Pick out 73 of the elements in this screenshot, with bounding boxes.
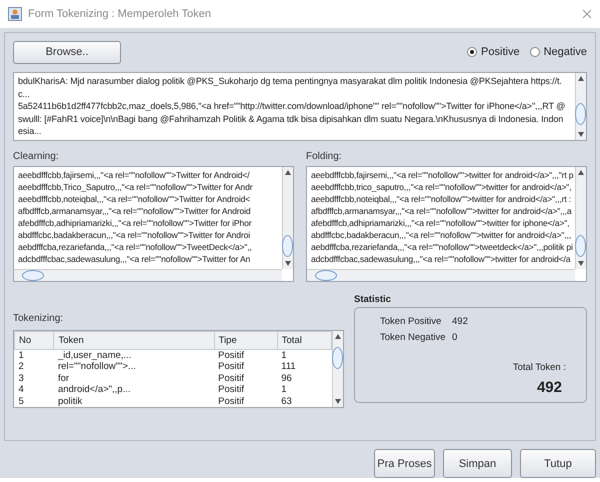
section-label: Tokenizing: — [13, 312, 64, 324]
text-area[interactable] — [13, 72, 587, 140]
text-line: aeebdfffcbb,trico_saputro,,,"<a rel=""nofollow"">twitter for android</a>", — [311, 180, 571, 192]
text-line: c... — [18, 88, 31, 100]
table-cell-text: 96 — [280, 372, 293, 384]
table-cell-text: for — [56, 372, 70, 384]
stat-label: Token Positive — [380, 316, 442, 326]
table-cell: _id,user_name,... — [54, 349, 214, 361]
total-label: Total Token : — [512, 362, 566, 372]
stat-value: 492 — [452, 316, 468, 326]
table-cell-text: 63 — [280, 396, 293, 407]
action-button[interactable]: Pra Proses — [374, 449, 435, 478]
text-line: afebdfffcb,adhipriamarizki,,,"<a rel=""nofollow"">Twitter for iPhor — [18, 216, 252, 228]
table-cell-text: Positif — [217, 384, 245, 396]
text-line: aebdfffcba,rezariefanda,,,"<a rel=""nofollow"">TweetDeck</a>",, — [18, 240, 253, 252]
column-header[interactable]: Tipe — [214, 331, 278, 349]
table-cell-text: 2 — [18, 361, 25, 372]
text-line: afbdfffcb,armanamsyar,,,"<a rel=""nofollow"">twitter for android</a>",,,a — [311, 204, 571, 216]
text-line: aeebdfffcbb,fajirsemi,,,"<a rel=""nofollow"">twitter for android</a>",,,"rt p — [311, 168, 571, 180]
table-cell: 1 — [277, 349, 332, 361]
section-title: Statistic — [354, 294, 392, 304]
table-cell-text: politik — [56, 396, 84, 407]
table-cell-text: rel=""nofollow"">... — [56, 361, 137, 372]
table-cell-text: 111 — [280, 361, 297, 372]
text-area[interactable] — [13, 166, 294, 282]
section-label: Folding: — [306, 150, 343, 162]
table-cell-text: 4 — [18, 384, 25, 396]
text-line: abdfffcbc,badakberacun,,,"<a rel=""nofollow"">Twitter for Androi — [18, 228, 252, 240]
horizontal-scrollbar[interactable] — [14, 268, 282, 280]
text-line: aeebdfffcbb,noteiqbal,,,"<a rel=""nofollow"">twitter for android</a>",,,rt : — [311, 192, 571, 204]
text-line: aeebdfffcbb,Trico_Saputro,,,"<a rel=""nofollow"">Twitter for Andr — [18, 180, 254, 192]
table-cell-text: Positif — [217, 372, 245, 384]
vertical-scrollbar[interactable] — [332, 330, 343, 407]
text-line: swulll: [#FahR1 voice]\n\nBagi bang @Fahrihamzah Politik & Agama tdk bisa dipisahkan dlm suatu Negara.\nKhususnya di Indonesia. Indon — [18, 112, 564, 125]
table-cell-text: Positif — [217, 396, 245, 407]
text-line: afbdfffcb,armanamsyar,,,"<a rel=""nofollow"">Twitter for Android — [18, 204, 252, 216]
text-line: esia... — [18, 125, 42, 138]
horizontal-scrollbar[interactable] — [307, 268, 575, 280]
radio-button[interactable]: Positive — [467, 46, 520, 58]
text-line: aeebdfffcbb,noteiqbal,,,"<a rel=""nofollow"">Twitter for Android< — [18, 192, 252, 204]
vertical-scrollbar[interactable] — [575, 73, 586, 140]
stat-value: 0 — [452, 332, 458, 342]
text-line: bdulKharisA: Mjd narasumber dialog politik @PKS_Sukoharjo dg tema pentingnya masyarakat dlm politik Indonesia @PKSejahtera https://t. — [18, 75, 563, 88]
total-value: 492 — [536, 378, 562, 396]
text-line: aebdfffcba,rezariefanda,,,"<a rel=""nofollow"">tweetdeck</a>",,,politik pi — [311, 240, 571, 252]
text-line: adcbdfffcbac,sadewasulung,,,"<a rel=""nofollow"">twitter for android</a — [311, 252, 571, 264]
text-line: adcbdfffcbac,sadewasulung,,,"<a rel=""nofollow"">Twitter for An — [18, 252, 252, 264]
table-cell: 1 — [14, 349, 54, 361]
section-label: Clearning: — [13, 150, 60, 162]
close-icon[interactable] — [582, 9, 592, 19]
window-title: Form Tokenizing : Memperoleh Token — [28, 8, 212, 20]
stat-label: Token Negative — [380, 332, 446, 342]
radio-button[interactable]: Negative — [530, 46, 587, 58]
table-cell-text: 1 — [280, 384, 288, 396]
table-cell-text: Positif — [217, 361, 245, 372]
column-header[interactable]: No — [14, 331, 54, 349]
vertical-scrollbar[interactable] — [575, 166, 586, 268]
table-cell-text: android</a>",,p... — [56, 384, 132, 396]
vertical-scrollbar[interactable] — [282, 166, 293, 268]
text-line: afebdfffcb,adhipriamarizki,,,"<a rel=""nofollow"">twitter for iphone</a>", — [311, 216, 570, 228]
action-button[interactable]: Tutup — [520, 449, 596, 478]
text-line: 5a52411b6b1d2ff477fcbb2c,maz_doels,5,986,"<a href=""http://twitter.com/download/iphone"" rel=""nofollow"">Twitter for iPhone</a>",,,RT @ — [18, 100, 566, 112]
action-button[interactable]: Simpan — [443, 449, 512, 478]
browse-button[interactable]: Browse.. — [13, 40, 121, 64]
text-area[interactable] — [306, 166, 587, 282]
table-cell-text: 3 — [18, 372, 25, 384]
table-cell-text: 5 — [18, 396, 25, 407]
table-cell: Positif — [214, 349, 278, 361]
text-line: abdfffcbc,badakberacun,,,"<a rel=""nofollow"">twitter for android</a>",,, — [311, 228, 571, 240]
app-icon — [8, 7, 22, 21]
column-header[interactable]: Total — [277, 331, 332, 349]
column-header[interactable]: Token — [54, 331, 214, 349]
text-line: aeebdfffcbb,fajirsemi,,,"<a rel=""nofollow"">Twitter for Android</ — [18, 168, 250, 180]
